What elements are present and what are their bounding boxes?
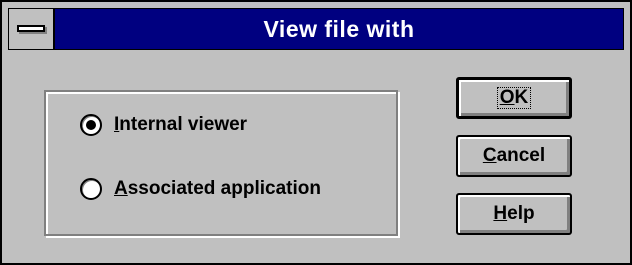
ok-label: OK — [496, 87, 532, 109]
view-file-with-dialog: View file with Internal viewer Associate… — [0, 0, 632, 265]
cancel-button[interactable]: Cancel — [456, 135, 572, 177]
title-bar: View file with — [8, 8, 624, 50]
label-rest: elp — [507, 203, 535, 224]
radio-associated-application[interactable]: Associated application — [80, 174, 321, 204]
system-menu-icon — [17, 25, 45, 32]
internal-viewer-label: Internal viewer — [114, 114, 247, 136]
viewer-options-group: Internal viewer Associated application — [44, 90, 398, 236]
radio-button-associated-application[interactable] — [80, 178, 102, 200]
help-label: Help — [493, 203, 534, 225]
label-rest: K — [514, 87, 529, 108]
radio-button-internal-viewer[interactable] — [80, 114, 102, 136]
mnemonic-a: A — [114, 178, 128, 199]
system-menu-button[interactable] — [9, 9, 55, 49]
dialog-title: View file with — [263, 16, 415, 42]
mnemonic-h: H — [493, 203, 508, 224]
help-button[interactable]: Help — [456, 193, 572, 235]
ok-button[interactable]: OK — [456, 77, 572, 119]
label-rest: ssociated application — [127, 178, 321, 199]
associated-application-label: Associated application — [114, 178, 321, 200]
cancel-label: Cancel — [483, 145, 545, 167]
mnemonic-c: C — [482, 145, 497, 166]
mnemonic-o: O — [499, 87, 515, 108]
radio-internal-viewer[interactable]: Internal viewer — [80, 110, 247, 140]
label-rest: nternal viewer — [119, 114, 248, 135]
radio-selected-dot — [86, 120, 96, 130]
label-rest: ancel — [496, 145, 546, 166]
